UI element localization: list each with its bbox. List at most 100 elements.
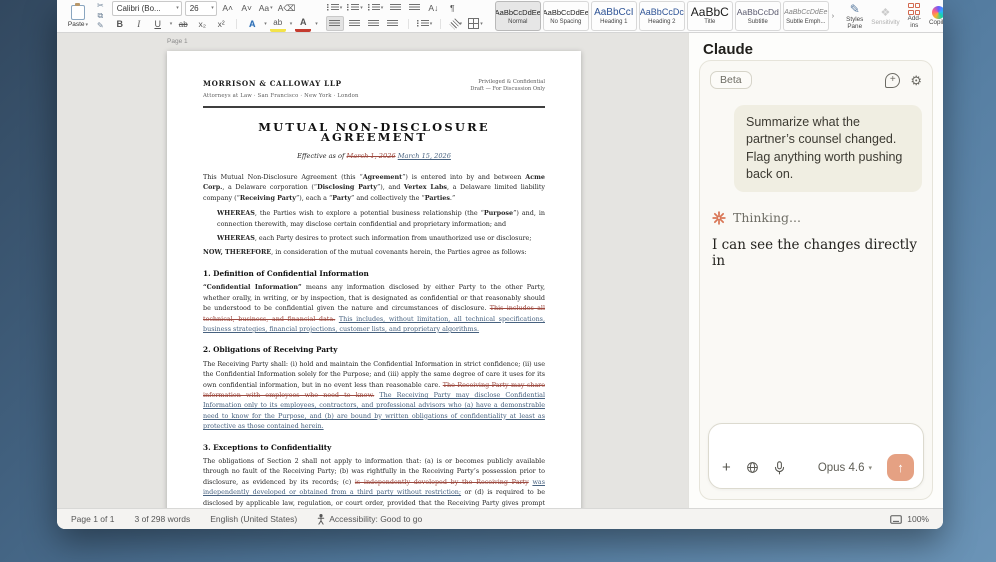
privilege-line-2: Draft — For Discussion Only xyxy=(470,86,545,93)
chevron-down-icon: ▾ xyxy=(176,5,179,11)
text-effects-button[interactable]: A xyxy=(244,18,260,31)
font-size-combo[interactable]: 26▾ xyxy=(185,1,217,16)
model-selector[interactable]: Opus 4.6 ▾ xyxy=(818,462,872,474)
align-left-button[interactable] xyxy=(326,16,344,31)
superscript-button[interactable]: x² xyxy=(213,18,229,31)
styles-pane-button[interactable]: ✎ Styles Pane xyxy=(846,1,863,31)
style-normal[interactable]: AaBbCcDdEe Normal xyxy=(495,1,541,31)
thinking-label: Thinking... xyxy=(733,210,801,225)
new-chat-icon[interactable] xyxy=(885,73,900,88)
microphone-icon[interactable] xyxy=(774,461,785,475)
word-count[interactable]: 3 of 298 words xyxy=(134,514,190,524)
bullet-list-icon xyxy=(327,4,339,12)
borders-icon xyxy=(468,18,479,29)
copy-button[interactable]: ⧉ xyxy=(97,12,104,20)
chevron-down-icon: ▾ xyxy=(264,21,267,27)
intro-paragraph: This Mutual Non-Disclosure Agreement (th… xyxy=(203,172,545,203)
privilege-line-1: Privileged & Confidential xyxy=(470,79,545,86)
style-heading-1[interactable]: AaBbCcI Heading 1 xyxy=(591,1,637,31)
subscript-button[interactable]: x₂ xyxy=(194,18,210,31)
recital-2: WHEREAS, each Party desires to protect s… xyxy=(203,233,545,243)
add-ins-grid-icon xyxy=(908,3,920,15)
accessibility-status[interactable]: Accessibility: Good to go xyxy=(317,514,422,525)
align-left-icon xyxy=(329,20,340,28)
effective-date-line: Effective as of March 1, 2026 March 15, … xyxy=(203,151,545,161)
section-1-heading: 1. Definition of Confidential Informatio… xyxy=(203,269,545,279)
paste-button[interactable]: Paste▾ xyxy=(63,1,93,31)
page-label: Page 1 xyxy=(167,38,188,45)
chevron-down-icon: ▾ xyxy=(315,21,318,27)
numbering-button[interactable]: ▾ xyxy=(346,2,364,15)
italic-button[interactable]: I xyxy=(131,18,147,31)
change-case-button[interactable]: Aa▾ xyxy=(258,2,274,15)
zoom-level[interactable]: 100% xyxy=(907,514,929,524)
section-3-body: The obligations of Section 2 shall not a… xyxy=(203,456,545,508)
styles-gallery-more-button[interactable]: › xyxy=(831,13,835,20)
section-2-heading: 2. Obligations of Receiving Party xyxy=(203,345,545,355)
sensitivity-button: ❖ Sensitivity xyxy=(871,1,899,31)
style-no-spacing[interactable]: AaBbCcDdEe No Spacing xyxy=(543,1,589,31)
font-name-combo[interactable]: Calibri (Bo...▾ xyxy=(112,1,182,16)
send-button[interactable]: ↑ xyxy=(887,454,914,481)
focus-mode-icon xyxy=(890,515,902,524)
attach-plus-icon[interactable]: + xyxy=(722,460,731,475)
section-3-heading: 3. Exceptions to Confidentiality xyxy=(203,443,545,453)
styles-gallery: AaBbCcDdEe Normal AaBbCcDdEe No Spacing … xyxy=(492,1,838,31)
shading-icon xyxy=(449,18,460,29)
section-1-body: “Confidential Information” means any inf… xyxy=(203,282,545,334)
chevron-down-icon: ▾ xyxy=(170,21,173,27)
increase-indent-button[interactable] xyxy=(406,2,422,15)
paste-label: Paste xyxy=(68,21,85,28)
paragraph-marks-button[interactable]: ¶ xyxy=(444,2,460,15)
align-right-button[interactable] xyxy=(366,17,382,30)
sort-button[interactable]: A↓ xyxy=(425,2,441,15)
style-subtle-emphasis[interactable]: AaBbCcDdEe Subtle Emph... xyxy=(783,1,829,31)
paragraph-group: ▾ ▾ ▾ A↓ ¶ ▾ ▾ ▾ xyxy=(326,1,484,31)
underline-button[interactable]: U xyxy=(150,18,166,31)
decrease-indent-button[interactable] xyxy=(387,2,403,15)
status-bar: Page 1 of 1 3 of 298 words English (Unit… xyxy=(57,508,943,529)
shrink-font-button[interactable]: A˅ xyxy=(239,2,255,15)
claude-spark-icon xyxy=(712,211,726,225)
document-page[interactable]: MORRISON & CALLOWAY LLP Attorneys at Law… xyxy=(167,51,581,508)
chevron-down-icon: ▾ xyxy=(868,464,872,472)
page-count[interactable]: Page 1 of 1 xyxy=(71,514,114,524)
firm-tagline: Attorneys at Law · San Francisco · New Y… xyxy=(203,91,359,101)
language-status[interactable]: English (United States) xyxy=(210,514,297,524)
claude-panel: Claude Beta ⚙ Summarize what the partner… xyxy=(688,33,943,508)
clear-formatting-button[interactable]: A⌫ xyxy=(277,2,297,15)
highlight-button[interactable]: ab xyxy=(270,16,286,32)
shading-button[interactable]: ▾ xyxy=(448,17,464,30)
strikethrough-button[interactable]: ab xyxy=(175,18,191,31)
accessibility-person-icon xyxy=(317,514,325,525)
copilot-icon xyxy=(932,6,943,19)
thinking-indicator: Thinking... xyxy=(712,210,920,225)
line-spacing-button[interactable]: ▾ xyxy=(416,17,434,30)
add-ins-button[interactable]: Add-ins xyxy=(908,1,921,31)
claude-chat-card: Beta ⚙ Summarize what the partner’s coun… xyxy=(699,60,933,500)
justify-button[interactable] xyxy=(385,17,401,30)
grow-font-button[interactable]: A˄ xyxy=(220,2,236,15)
paste-clipboard-icon xyxy=(71,5,85,20)
multilevel-list-button[interactable]: ▾ xyxy=(367,2,385,15)
gear-icon[interactable]: ⚙ xyxy=(910,74,922,87)
style-heading-2[interactable]: AaBbCcDc Heading 2 xyxy=(639,1,685,31)
firm-name: MORRISON & CALLOWAY LLP xyxy=(203,79,359,89)
borders-button[interactable]: ▾ xyxy=(467,17,484,30)
message-input[interactable]: + xyxy=(708,423,924,489)
document-canvas[interactable]: Page 1 MORRISON & CALLOWAY LLP Attorneys… xyxy=(57,33,688,508)
bold-button[interactable]: B xyxy=(112,18,128,31)
cut-button[interactable]: ✂ xyxy=(97,2,104,10)
globe-icon[interactable] xyxy=(746,461,759,474)
font-color-button[interactable]: A xyxy=(295,16,311,32)
user-message-bubble: Summarize what the partner’s counsel cha… xyxy=(734,105,922,192)
style-subtitle[interactable]: AaBbCcDd Subtitle xyxy=(735,1,781,31)
style-title[interactable]: AaBbC Title xyxy=(687,1,733,31)
format-painter-button[interactable]: ✎ xyxy=(97,22,104,30)
indent-icon xyxy=(409,4,420,12)
align-center-button[interactable] xyxy=(347,17,363,30)
outdent-icon xyxy=(390,4,401,12)
chevron-down-icon: ▾ xyxy=(211,5,214,11)
copilot-button[interactable]: Copilot xyxy=(929,1,943,31)
bullets-button[interactable]: ▾ xyxy=(326,2,344,15)
